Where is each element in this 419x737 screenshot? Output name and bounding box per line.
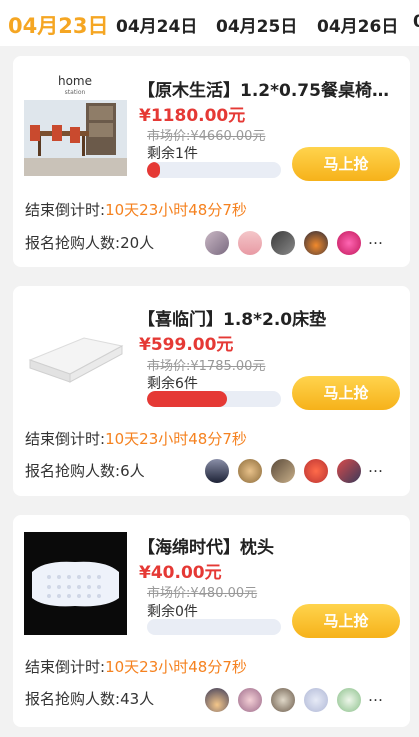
date-tab-bar: 04月23日 04月24日 04月25日 04月26日 0 [0,0,419,46]
signup-count: 报名抢购人数:20人 [25,232,154,253]
tab-04-25[interactable]: 04月25日 [216,12,297,37]
countdown-value: 10天23小时48分7秒 [105,658,247,676]
home-station-logo: home [58,74,92,88]
product-title: 【海绵时代】枕头 [138,538,274,558]
product-price: ¥40.00元 [139,563,222,583]
remaining-count: 剩余6件 [147,376,198,392]
grab-now-button[interactable]: 马上抢 [292,604,400,638]
product-image [24,302,127,405]
stock-progress-bar [147,162,281,178]
market-price: 市场价:¥480.00元 [147,586,258,601]
avatar[interactable] [303,458,329,484]
avatar[interactable] [336,230,362,256]
product-price: ¥599.00元 [139,335,234,355]
product-image: home station [24,73,127,176]
avatar[interactable] [303,230,329,256]
countdown: 结束倒计时:10天23小时48分7秒 [25,656,247,677]
product-card[interactable]: 【喜临门】1.8*2.0床垫 ¥599.00元 市场价:¥1785.00元 剩余… [13,286,410,496]
avatar[interactable] [303,687,329,713]
stock-progress-fill [147,391,228,407]
avatar[interactable] [204,458,230,484]
more-avatars-icon[interactable]: … [368,687,384,705]
avatar[interactable] [270,458,296,484]
countdown-value: 10天23小时48分7秒 [105,430,247,448]
signup-number: 6人 [120,462,145,480]
product-price: ¥1180.00元 [139,106,246,126]
countdown: 结束倒计时:10天23小时48分7秒 [25,199,247,220]
countdown-label: 结束倒计时: [25,430,106,448]
market-price: 市场价:¥1785.00元 [147,359,266,374]
avatar[interactable] [204,687,230,713]
countdown: 结束倒计时:10天23小时48分7秒 [25,428,247,449]
product-title: 【喜临门】1.8*2.0床垫 [138,310,327,330]
grab-now-button[interactable]: 马上抢 [292,147,400,181]
grab-now-button[interactable]: 马上抢 [292,376,400,410]
avatar[interactable] [336,458,362,484]
svg-text:station: station [65,89,86,96]
avatar[interactable] [237,687,263,713]
countdown-value: 10天23小时48分7秒 [105,201,247,219]
signup-number: 43人 [120,690,155,708]
avatar[interactable] [270,230,296,256]
tab-04-23[interactable]: 04月23日 [8,10,108,40]
product-card[interactable]: 【海绵时代】枕头 ¥40.00元 市场价:¥480.00元 剩余0件 马上抢 结… [13,515,410,727]
signup-count: 报名抢购人数:6人 [25,460,145,481]
avatar[interactable] [237,458,263,484]
product-title: 【原木生活】1.2*0.75餐桌椅… [138,81,389,101]
avatar[interactable] [204,230,230,256]
signup-number: 20人 [120,234,155,252]
tab-next-partial[interactable]: 0 [413,12,419,32]
stock-progress-fill [147,162,161,178]
signup-label: 报名抢购人数: [25,690,121,708]
remaining-count: 剩余0件 [147,604,198,620]
more-avatars-icon[interactable]: … [368,458,384,476]
avatar[interactable] [336,687,362,713]
stock-progress-bar [147,619,281,635]
signup-count: 报名抢购人数:43人 [25,688,154,709]
stock-progress-bar [147,391,281,407]
signup-label: 报名抢购人数: [25,234,121,252]
market-price: 市场价:¥4660.00元 [147,129,266,144]
remaining-count: 剩余1件 [147,146,198,162]
more-avatars-icon[interactable]: … [368,230,384,248]
avatar[interactable] [237,230,263,256]
countdown-label: 结束倒计时: [25,201,106,219]
avatar[interactable] [270,687,296,713]
tab-04-26[interactable]: 04月26日 [317,12,398,37]
product-card[interactable]: home station 【原木生活】1.2*0.75餐桌椅… ¥1180.00… [13,56,410,267]
tab-04-24[interactable]: 04月24日 [116,12,197,37]
countdown-label: 结束倒计时: [25,658,106,676]
product-image [24,532,127,635]
signup-label: 报名抢购人数: [25,462,121,480]
